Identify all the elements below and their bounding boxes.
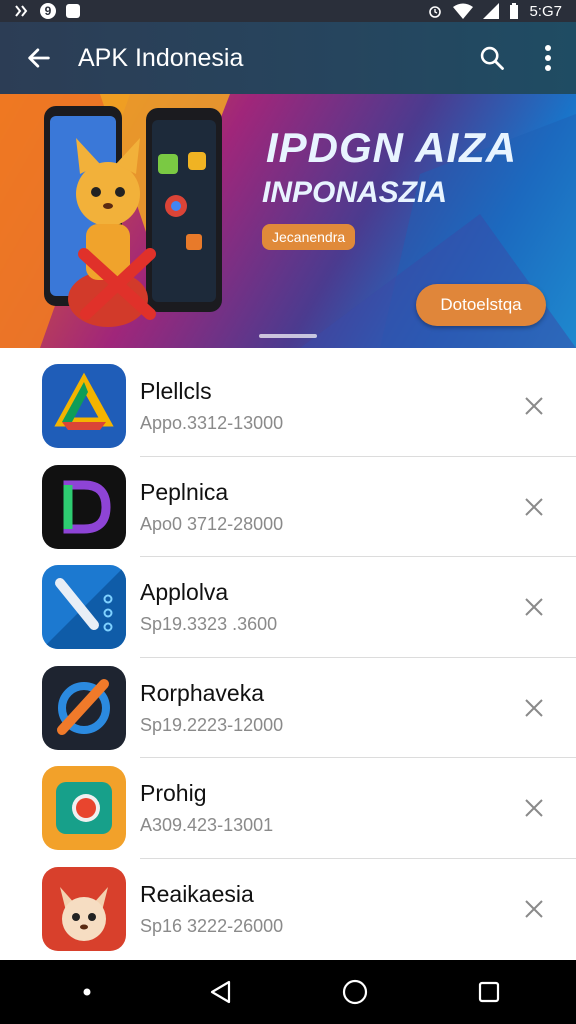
app-name: Prohig: [140, 780, 207, 807]
close-icon: [525, 397, 543, 415]
dismiss-button[interactable]: [504, 778, 564, 838]
dismiss-button[interactable]: [504, 477, 564, 537]
fox-pen-icon: [42, 665, 126, 750]
list-item[interactable]: Applolva Sp19.3323 .3600: [0, 557, 576, 658]
app-name: Peplnica: [140, 478, 229, 505]
app-list: Plellcls Appo.3312-13000 Peplnica Apo0 3…: [0, 356, 576, 959]
nav-recents-button[interactable]: [459, 962, 519, 1022]
app-meta: Sp19.3323 .3600: [140, 614, 278, 635]
wifi-icon: [453, 3, 474, 19]
d-letter-icon: [42, 464, 126, 549]
status-right-icons: 5:G7: [427, 3, 562, 20]
dismiss-button[interactable]: [504, 577, 564, 637]
search-button[interactable]: [464, 22, 520, 94]
app-meta: Sp19.2223-12000: [140, 714, 284, 735]
camera-icon: [42, 766, 126, 851]
drive-icon: [42, 364, 126, 449]
status-bar: 9 5:G7: [0, 0, 576, 22]
status-time: 5:G7: [529, 2, 562, 20]
close-icon: [525, 699, 543, 717]
banner-chip: Jecanendra: [262, 224, 356, 250]
back-button[interactable]: [0, 22, 78, 94]
dismiss-button[interactable]: [504, 879, 564, 939]
list-item[interactable]: Rorphaveka Sp19.2223-12000: [0, 658, 576, 759]
signal-icon: [483, 3, 500, 19]
app-meta: Appo.3312-13000: [140, 413, 284, 434]
phone-right-graphic: [146, 108, 222, 312]
list-item[interactable]: Reaikaesia Sp16 3222-26000: [0, 859, 576, 960]
system-nav-bar: [0, 960, 576, 1024]
alarm-icon: [429, 6, 442, 18]
status-left-icons: 9: [14, 3, 80, 19]
promo-banner[interactable]: IPDGN AIZA INPONASZIA Jecanendra Dotoels…: [0, 94, 576, 348]
banner-page-indicator: [259, 334, 317, 338]
app-bar: APK Indonesia: [0, 22, 576, 94]
app-meta: Apo0 3712-28000: [140, 513, 284, 534]
banner-cta-button[interactable]: Dotoelstqa: [416, 284, 546, 326]
arrow-back-icon: [28, 48, 50, 68]
circle-9-icon: 9: [40, 3, 56, 19]
nav-back-button[interactable]: [191, 962, 251, 1022]
app-meta: A309.423-13001: [140, 815, 274, 836]
list-item[interactable]: Peplnica Apo0 3712-28000: [0, 457, 576, 558]
fox-icon: [42, 866, 126, 951]
close-icon: [525, 498, 543, 516]
dismiss-button[interactable]: [504, 678, 564, 738]
close-icon: [525, 598, 543, 616]
dismiss-button[interactable]: [504, 376, 564, 436]
list-item[interactable]: Prohig A309.423-13001: [0, 758, 576, 859]
app-name: Plellcls: [140, 378, 212, 405]
dot-icon: [83, 988, 91, 996]
close-icon: [525, 900, 543, 918]
search-icon: [480, 46, 504, 70]
triangle-back-icon: [210, 980, 231, 1004]
screenshot-icon: [66, 4, 80, 18]
notification-icon: [15, 5, 28, 17]
close-icon: [525, 799, 543, 817]
square-recents-icon: [478, 981, 500, 1003]
list-item[interactable]: Plellcls Appo.3312-13000: [0, 356, 576, 457]
app-name: Rorphaveka: [140, 679, 265, 706]
app-meta: Sp16 3222-26000: [140, 915, 284, 936]
more-vert-icon: [545, 45, 551, 71]
pen-icon: [42, 565, 126, 650]
app-name: Applolva: [140, 579, 229, 606]
page-title: APK Indonesia: [78, 43, 244, 72]
home-circle-icon: [342, 979, 368, 1005]
banner-subheadline: INPONASZIA: [262, 176, 448, 209]
banner-headline: IPDGN AIZA: [266, 124, 518, 171]
nav-home-button[interactable]: [325, 962, 385, 1022]
app-name: Reaikaesia: [140, 880, 254, 907]
battery-icon: [510, 3, 519, 19]
overflow-menu-button[interactable]: [520, 22, 576, 94]
nav-dot-button[interactable]: [57, 962, 117, 1022]
